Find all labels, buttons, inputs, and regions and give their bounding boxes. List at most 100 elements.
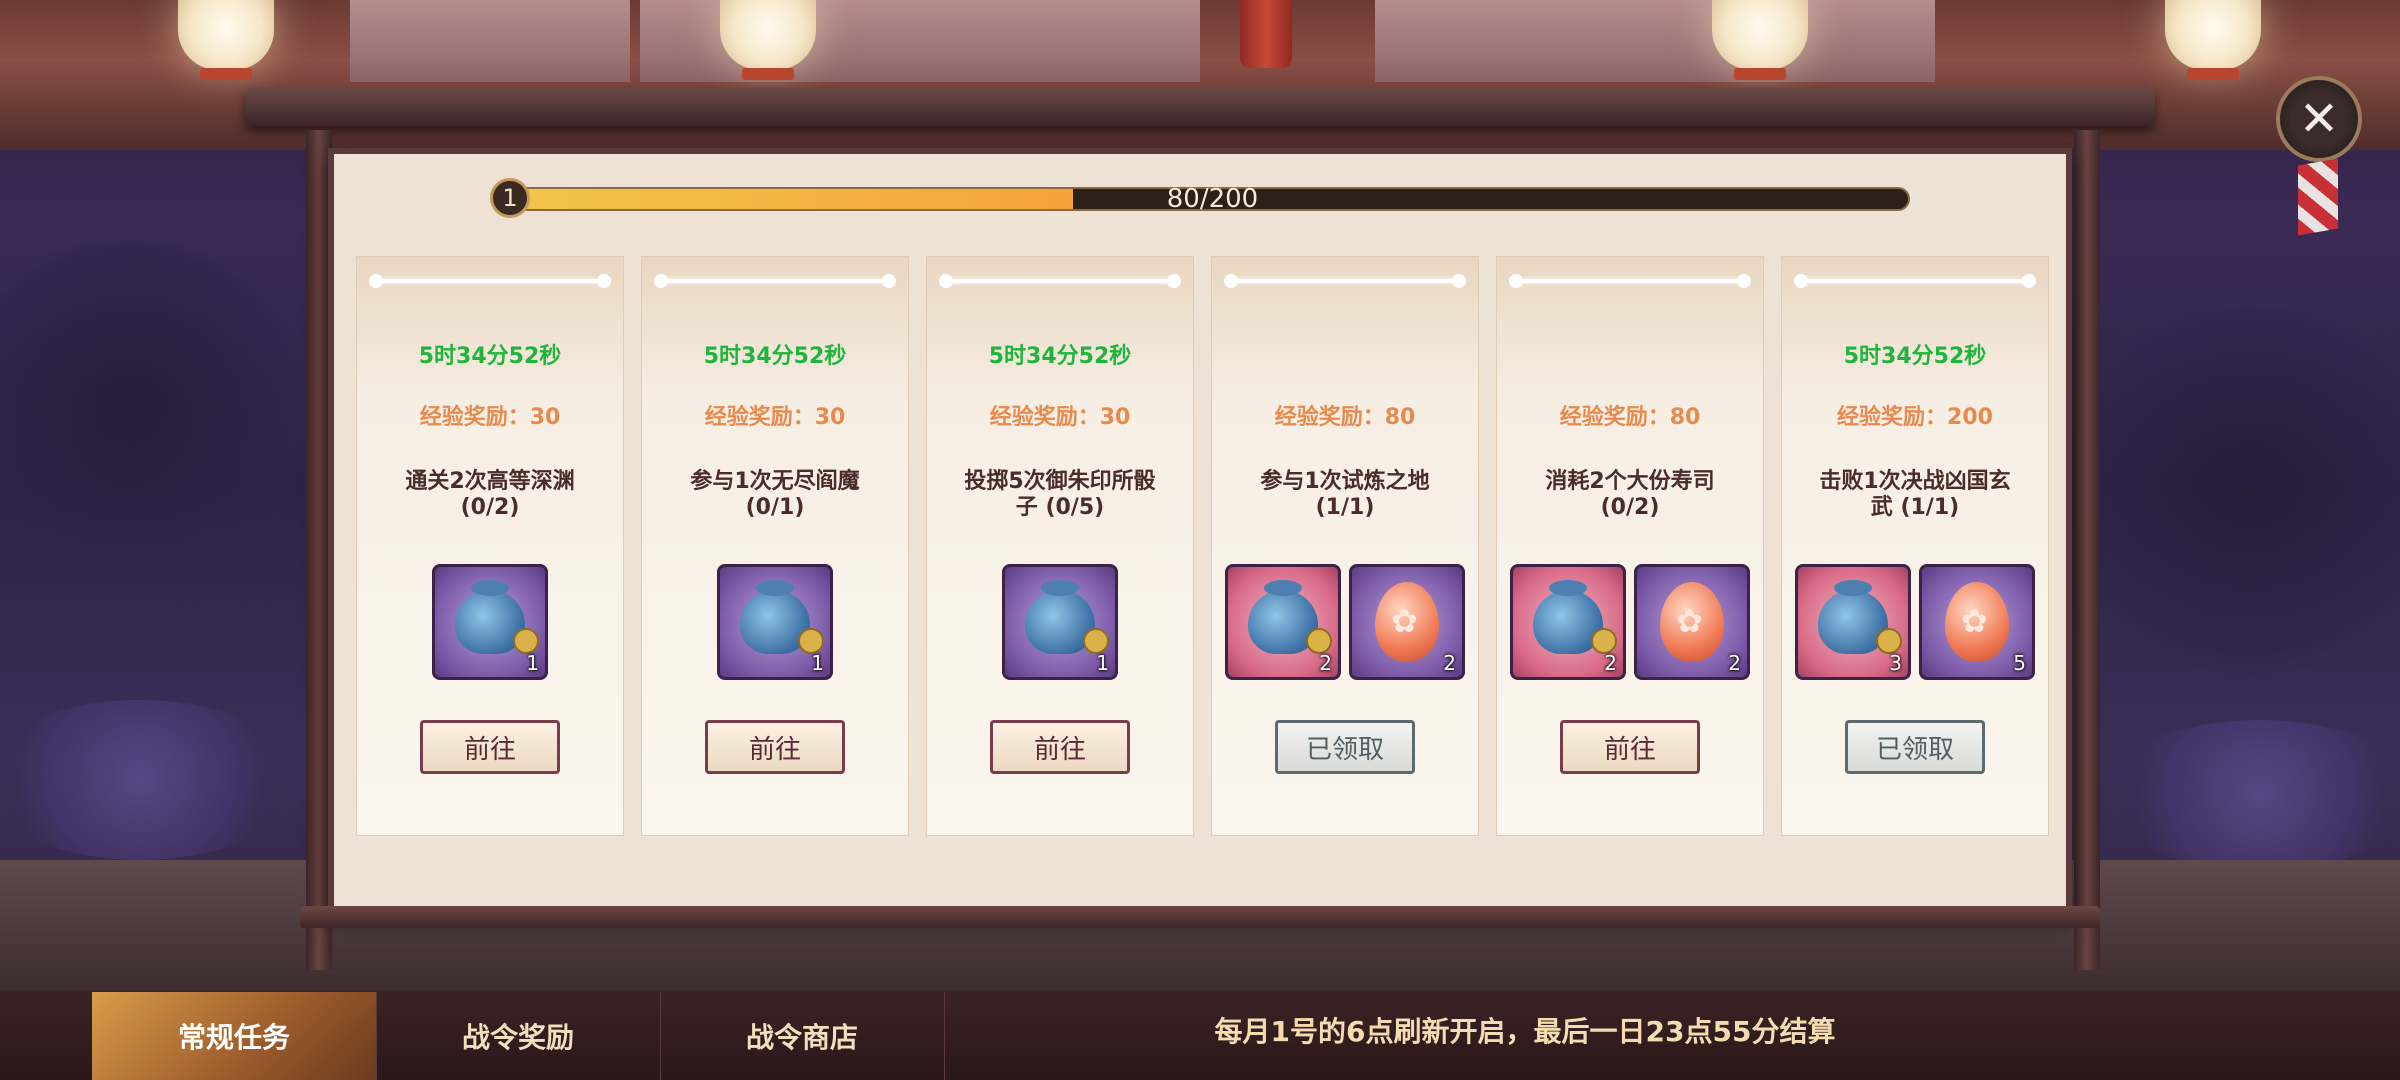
claimed-button[interactable]: 已领取 (1275, 720, 1415, 774)
curtain (350, 0, 630, 82)
go-button[interactable]: 前往 (705, 720, 845, 774)
card-rod (1509, 274, 1751, 288)
reward-count: 2 (1728, 651, 1741, 675)
lantern-icon (178, 0, 274, 80)
reward-slot[interactable]: 2 (1510, 564, 1626, 680)
exp-reward: 经验奖励：30 (989, 405, 1131, 430)
reward-count: 2 (1604, 651, 1617, 675)
progress-text: 80/200 (1166, 184, 1259, 214)
task-progress: (0/2) (1600, 495, 1660, 520)
exp-reward: 经验奖励：80 (1274, 405, 1416, 430)
close-icon: ✕ (2298, 91, 2340, 147)
task-card: 5时34分52秒 经验奖励：30 投掷5次御朱印所骰 子 (0/5) 1 前往 (926, 256, 1194, 836)
lantern-icon (1712, 0, 1808, 80)
task-timer: 5时34分52秒 (988, 344, 1132, 369)
board-post (2074, 130, 2100, 970)
blue-pouch-icon (1248, 580, 1332, 654)
flowers-decoration (2100, 720, 2400, 870)
reward-row: 2 2 (1496, 564, 1764, 680)
reward-slot[interactable]: 5 (1919, 564, 2035, 680)
orange-egg-icon (1375, 582, 1439, 662)
level-badge: 1 (490, 178, 530, 218)
task-description: 通关2次高等深渊 (0/2) (376, 469, 604, 521)
reward-count: 1 (1096, 651, 1109, 675)
task-description: 击败1次决战凶国玄 武 (1/1) (1801, 469, 2029, 521)
task-line: 投掷5次御朱印所骰 (964, 469, 1156, 494)
task-progress: 武 (1/1) (1870, 495, 1960, 520)
reward-count: 3 (1889, 651, 1902, 675)
reward-row: 1 (356, 564, 624, 680)
blue-pouch-icon (1025, 580, 1109, 654)
reward-row: 2 2 (1211, 564, 1479, 680)
task-timer: 5时34分52秒 (418, 344, 562, 369)
blue-pouch-icon (455, 580, 539, 654)
roof-beam (245, 88, 2155, 126)
task-card: 经验奖励：80 消耗2个大份寿司 (0/2) 2 2 前往 (1496, 256, 1764, 836)
reward-slot[interactable]: 1 (717, 564, 833, 680)
swirl-decoration (0, 240, 320, 560)
blue-pouch-icon (740, 580, 824, 654)
reward-slot[interactable]: 2 (1349, 564, 1465, 680)
reward-slot[interactable]: 3 (1795, 564, 1911, 680)
exp-reward: 经验奖励：30 (704, 405, 846, 430)
card-rod (369, 274, 611, 288)
go-button[interactable]: 前往 (990, 720, 1130, 774)
exp-reward: 经验奖励：80 (1559, 405, 1701, 430)
reward-count: 1 (811, 651, 824, 675)
reward-count: 2 (1319, 651, 1332, 675)
reward-count: 2 (1443, 651, 1456, 675)
task-line: 消耗2个大份寿司 (1545, 469, 1715, 494)
task-card: 5时34分52秒 经验奖励：200 击败1次决战凶国玄 武 (1/1) 3 5 … (1781, 256, 2049, 836)
close-button[interactable]: ✕ (2276, 76, 2362, 162)
tab-battle-pass-shop[interactable]: 战令商店 (660, 992, 945, 1080)
task-line: 通关2次高等深渊 (405, 469, 575, 494)
card-rod (654, 274, 896, 288)
task-progress: (0/2) (460, 495, 520, 520)
task-card: 5时34分52秒 经验奖励：30 参与1次无尽阎魔 (0/1) 1 前往 (641, 256, 909, 836)
task-description: 参与1次无尽阎魔 (0/1) (661, 469, 889, 521)
card-rod (939, 274, 1181, 288)
tab-battle-pass-rewards[interactable]: 战令奖励 (376, 992, 661, 1080)
blue-pouch-icon (1533, 580, 1617, 654)
task-description: 投掷5次御朱印所骰 子 (0/5) (946, 469, 1174, 521)
reward-slot[interactable]: 2 (1225, 564, 1341, 680)
swirl-decoration (2060, 300, 2400, 680)
refresh-notice: 每月1号的6点刷新开启，最后一日23点55分结算 (1214, 1015, 1836, 1048)
task-card: 经验奖励：80 参与1次试炼之地 (1/1) 2 2 已领取 (1211, 256, 1479, 836)
claimed-button[interactable]: 已领取 (1845, 720, 1985, 774)
task-progress: 子 (0/5) (1015, 495, 1105, 520)
reward-count: 5 (2013, 651, 2026, 675)
task-timer: 5时34分52秒 (1843, 344, 1987, 369)
reward-row: 1 (641, 564, 909, 680)
orange-egg-icon (1660, 582, 1724, 662)
board-base (300, 906, 2100, 928)
task-card: 5时34分52秒 经验奖励：30 通关2次高等深渊 (0/2) 1 前往 (356, 256, 624, 836)
task-line: 参与1次无尽阎魔 (690, 469, 860, 494)
go-button[interactable]: 前往 (420, 720, 560, 774)
task-progress: (0/1) (745, 495, 805, 520)
task-progress: (1/1) (1315, 495, 1375, 520)
task-description: 参与1次试炼之地 (1/1) (1231, 469, 1459, 521)
reward-row: 1 (926, 564, 1194, 680)
reward-slot[interactable]: 1 (1002, 564, 1118, 680)
exp-reward: 经验奖励：200 (1837, 405, 1993, 430)
orange-egg-icon (1945, 582, 2009, 662)
task-description: 消耗2个大份寿司 (0/2) (1516, 469, 1744, 521)
card-rod (1794, 274, 2036, 288)
ribbon-decoration (2298, 158, 2338, 236)
card-rod (1224, 274, 1466, 288)
curtain (1375, 0, 1935, 82)
task-timer: 5时34分52秒 (703, 344, 847, 369)
reward-slot[interactable]: 1 (432, 564, 548, 680)
reward-slot[interactable]: 2 (1634, 564, 1750, 680)
lantern-icon (2165, 0, 2261, 80)
flowers-decoration (0, 700, 300, 860)
go-button[interactable]: 前往 (1560, 720, 1700, 774)
lantern-icon (720, 0, 816, 80)
red-lantern-icon (1240, 0, 1292, 68)
exp-reward: 经验奖励：30 (419, 405, 561, 430)
tab-regular-tasks[interactable]: 常规任务 (92, 992, 377, 1080)
reward-count: 1 (526, 651, 539, 675)
task-line: 参与1次试炼之地 (1260, 469, 1430, 494)
blue-pouch-icon (1818, 580, 1902, 654)
